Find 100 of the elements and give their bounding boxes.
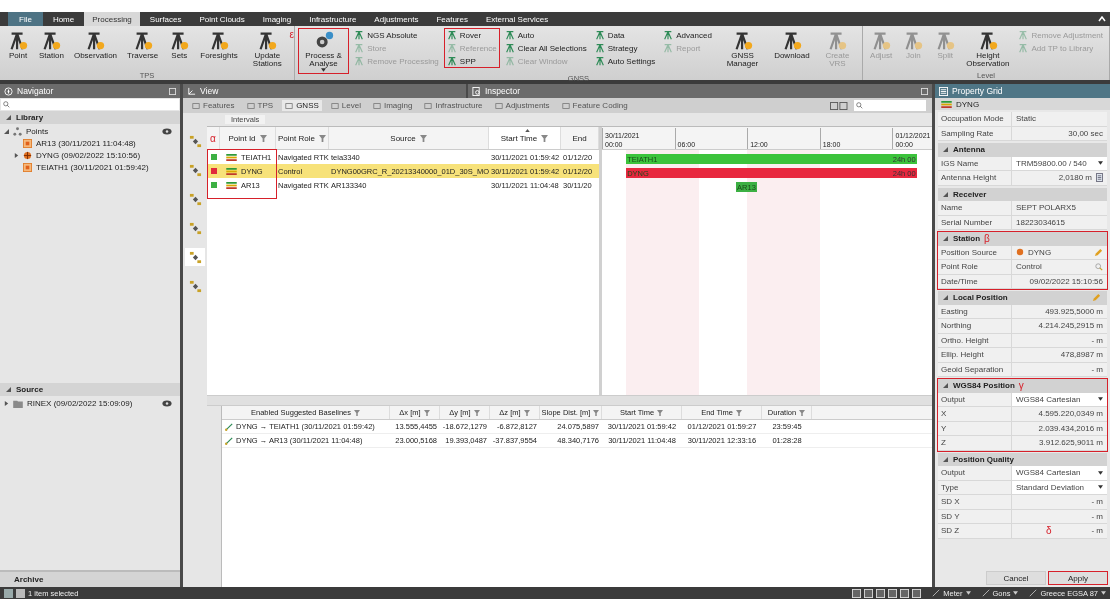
ribbon-tab[interactable]: Adjustments	[366, 12, 427, 26]
ribbon-button[interactable]: Update Stations	[243, 28, 291, 70]
view-tab[interactable]: Level	[327, 100, 364, 111]
ribbon-tab[interactable]: Home	[44, 12, 83, 26]
view-tab[interactable]: Infrastructure	[421, 100, 486, 111]
ribbon-button[interactable]: Rover	[446, 30, 497, 40]
filter-icon	[318, 134, 326, 142]
expander-icon	[6, 115, 11, 120]
ribbon-button[interactable]: Clear All Selections	[504, 43, 587, 53]
ribbon-button[interactable]: NGS Absolute	[354, 30, 439, 40]
property-label: Position Source	[938, 245, 1012, 259]
ribbon-button[interactable]: Download	[770, 28, 814, 62]
ribbon-tab[interactable]: External Services	[477, 12, 557, 26]
dialog-button[interactable]: Cancel	[986, 571, 1046, 585]
column-header[interactable]: Start Time	[489, 127, 561, 149]
tripod-icon	[504, 43, 515, 53]
section-header[interactable]: Station	[938, 234, 981, 244]
satellite-icon	[188, 192, 202, 206]
view-tab[interactable]: Adjustments	[491, 100, 553, 111]
ribbon-tab[interactable]: File	[8, 12, 43, 26]
caret-icon	[1098, 397, 1103, 402]
maximize-icon[interactable]	[921, 87, 928, 95]
ribbon-button[interactable]: Strategy	[594, 43, 656, 53]
compass-icon	[4, 86, 13, 96]
section-header[interactable]: WGS84 Position	[938, 381, 1015, 391]
search-icon	[856, 102, 863, 109]
property-value: 4.595.220,0349 m	[1038, 409, 1103, 419]
property-value: - m	[1091, 335, 1103, 345]
column-header[interactable]: Point Id	[220, 127, 276, 149]
property-value: 2.039.434,2016 m	[1038, 423, 1103, 433]
sort-icon	[524, 129, 530, 132]
ribbon-button[interactable]: Traverse	[123, 28, 163, 62]
ribbon-button[interactable]: Sets	[164, 28, 195, 62]
property-value: - m	[1091, 364, 1103, 374]
view-tab[interactable]: TPS	[243, 100, 277, 111]
baseline-icon	[225, 436, 233, 445]
tripod-icon	[663, 43, 674, 53]
tab-icon	[285, 101, 294, 110]
filter-icon	[593, 409, 600, 416]
collapse-icon[interactable]	[1098, 16, 1106, 22]
tree-item[interactable]: DYNG (09/02/2022 15:10:56)	[4, 150, 176, 161]
column-header[interactable]: Point Role	[276, 127, 329, 149]
ribbon-tab[interactable]: Features	[428, 12, 476, 26]
caret-icon	[965, 591, 971, 595]
ribbon-button[interactable]: Point	[3, 28, 33, 62]
ribbon-button[interactable]: GNSS Manager	[716, 28, 769, 70]
section-header[interactable]: Antenna	[938, 145, 985, 155]
ribbon-button[interactable]: SPP	[446, 56, 497, 66]
tree-item[interactable]: Points	[4, 126, 176, 137]
filter-icon	[735, 409, 742, 416]
ribbon-button[interactable]: Auto	[504, 30, 587, 40]
ribbon-button[interactable]: Station	[35, 28, 68, 62]
property-label: Northing	[938, 319, 1012, 333]
search-field[interactable]	[854, 100, 926, 111]
view-tab[interactable]: Features	[189, 100, 238, 111]
ribbon-button[interactable]: Auto Settings	[594, 56, 656, 66]
maximize-icon[interactable]	[169, 87, 176, 95]
calculator-icon[interactable]	[1096, 173, 1103, 183]
property-value: 09/02/2022 15:10:56	[1029, 276, 1103, 286]
section-header[interactable]: Library	[0, 111, 180, 124]
column-header[interactable]: End	[561, 127, 599, 149]
tree-item[interactable]: TEIATH1 (30/11/2021 01:59:42)	[4, 162, 176, 173]
column-header[interactable]: α	[207, 127, 220, 149]
ribbon-tab[interactable]: Surfaces	[141, 12, 190, 26]
expander-icon	[943, 295, 948, 301]
layout-icon[interactable]	[830, 101, 848, 110]
control-point-icon	[1016, 248, 1024, 257]
view-tab[interactable]: Imaging	[369, 100, 416, 111]
dialog-button[interactable]: Apply	[1048, 571, 1108, 585]
property-label: Geoid Separation	[938, 362, 1012, 376]
unit-icon	[1029, 589, 1038, 597]
view-tab[interactable]: Feature Coding	[558, 100, 631, 111]
search-field[interactable]	[1, 99, 179, 110]
ribbon-button[interactable]: Foresights	[196, 28, 242, 62]
ribbon-tab[interactable]: Imaging	[254, 12, 300, 26]
ribbon-tab[interactable]: Point Clouds	[191, 12, 253, 26]
object-dropdown[interactable]: DYNG	[935, 98, 1110, 110]
horizontal-scrollbar[interactable]	[207, 395, 932, 406]
satellite-icon	[188, 134, 202, 148]
receiver-icon	[941, 100, 952, 108]
section-header[interactable]: Source	[0, 383, 180, 396]
side-tool-button[interactable]	[185, 248, 205, 266]
tripod-icon	[446, 56, 457, 66]
ribbon-tab[interactable]: Processing	[84, 12, 140, 26]
dropdown[interactable]: WGS84 Cartesian	[1012, 466, 1107, 480]
archive-header[interactable]: Archive	[0, 570, 180, 587]
ribbon-button[interactable]: Observation	[69, 28, 122, 62]
tab-icon	[192, 101, 200, 110]
tripod-icon	[446, 30, 457, 40]
document-icon	[472, 86, 481, 96]
tree-item[interactable]: RINEX (09/02/2022 15:09:09)	[4, 398, 176, 409]
tree-item[interactable]: AR13 (30/11/2021 11:04:48)	[4, 138, 176, 149]
ribbon-button[interactable]: Data	[594, 30, 656, 40]
ribbon-button[interactable]: Height Observation	[962, 28, 1014, 70]
ribbon-tab[interactable]: Infrastructure	[301, 12, 365, 26]
caret-icon	[1098, 485, 1103, 490]
expander-icon	[943, 383, 948, 389]
ribbon-button[interactable]: Process & Analyse	[297, 28, 350, 74]
ribbon-button[interactable]: Advanced	[663, 30, 712, 40]
view-tab[interactable]: GNSS	[282, 100, 322, 111]
